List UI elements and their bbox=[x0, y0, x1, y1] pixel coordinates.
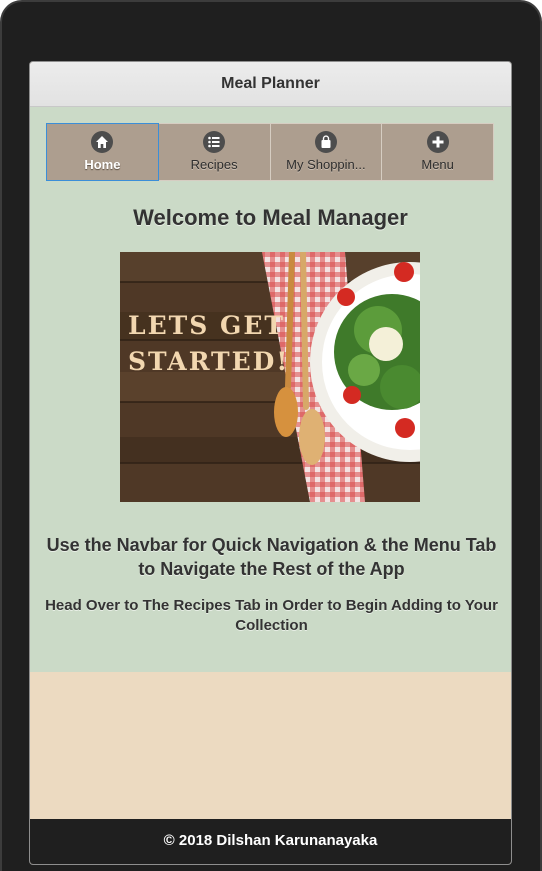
page-title: Meal Planner bbox=[221, 75, 320, 92]
nav-item-shopping[interactable]: My Shoppin... bbox=[270, 123, 383, 181]
hero-image: LETS GET STARTED! bbox=[120, 252, 420, 502]
plus-icon bbox=[426, 131, 449, 153]
nav-item-label: Menu bbox=[421, 157, 454, 172]
welcome-heading: Welcome to Meal Manager bbox=[133, 205, 408, 230]
nav-item-label: My Shoppin... bbox=[286, 157, 366, 172]
nav-item-recipes[interactable]: Recipes bbox=[158, 123, 271, 181]
home-icon bbox=[91, 131, 114, 153]
instruction-text: Use the Navbar for Quick Navigation & th… bbox=[46, 535, 497, 579]
footer-text: © 2018 Dilshan Karunanayaka bbox=[163, 832, 378, 849]
hint-text: Head Over to The Recipes Tab in Order to… bbox=[45, 597, 498, 634]
navbar: Home Recipes My Shoppin... Menu bbox=[46, 123, 494, 181]
main-content: Home Recipes My Shoppin... Menu Welcome … bbox=[30, 107, 511, 672]
nav-item-home[interactable]: Home bbox=[46, 123, 159, 181]
app-footer: © 2018 Dilshan Karunanayaka bbox=[30, 819, 511, 864]
nav-item-label: Home bbox=[84, 157, 121, 172]
shopping-bag-icon bbox=[314, 131, 337, 153]
app-screen: Meal Planner Home Recipes My Shoppin... … bbox=[29, 61, 512, 865]
hero-text-line2: STARTED! bbox=[128, 347, 289, 376]
hero-text-line1: LETS GET bbox=[128, 311, 285, 340]
device-frame: Meal Planner Home Recipes My Shoppin... … bbox=[0, 0, 542, 871]
app-header: Meal Planner bbox=[30, 62, 511, 107]
nav-item-label: Recipes bbox=[190, 157, 238, 172]
nav-item-menu[interactable]: Menu bbox=[382, 123, 494, 181]
list-icon bbox=[203, 131, 226, 153]
